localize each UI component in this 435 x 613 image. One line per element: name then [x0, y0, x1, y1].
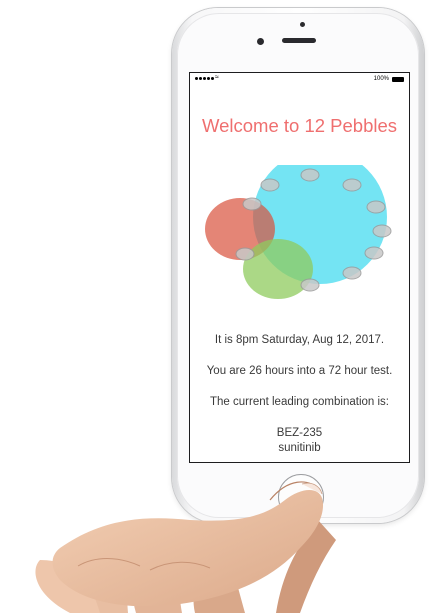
hand-icon: [35, 481, 336, 613]
